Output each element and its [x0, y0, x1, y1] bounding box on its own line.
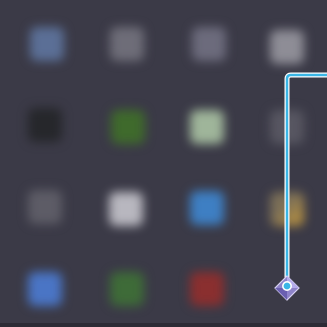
launcher-icon[interactable] [272, 274, 302, 304]
bottom-edge [0, 323, 327, 327]
highlight-dot-icon [282, 281, 292, 291]
